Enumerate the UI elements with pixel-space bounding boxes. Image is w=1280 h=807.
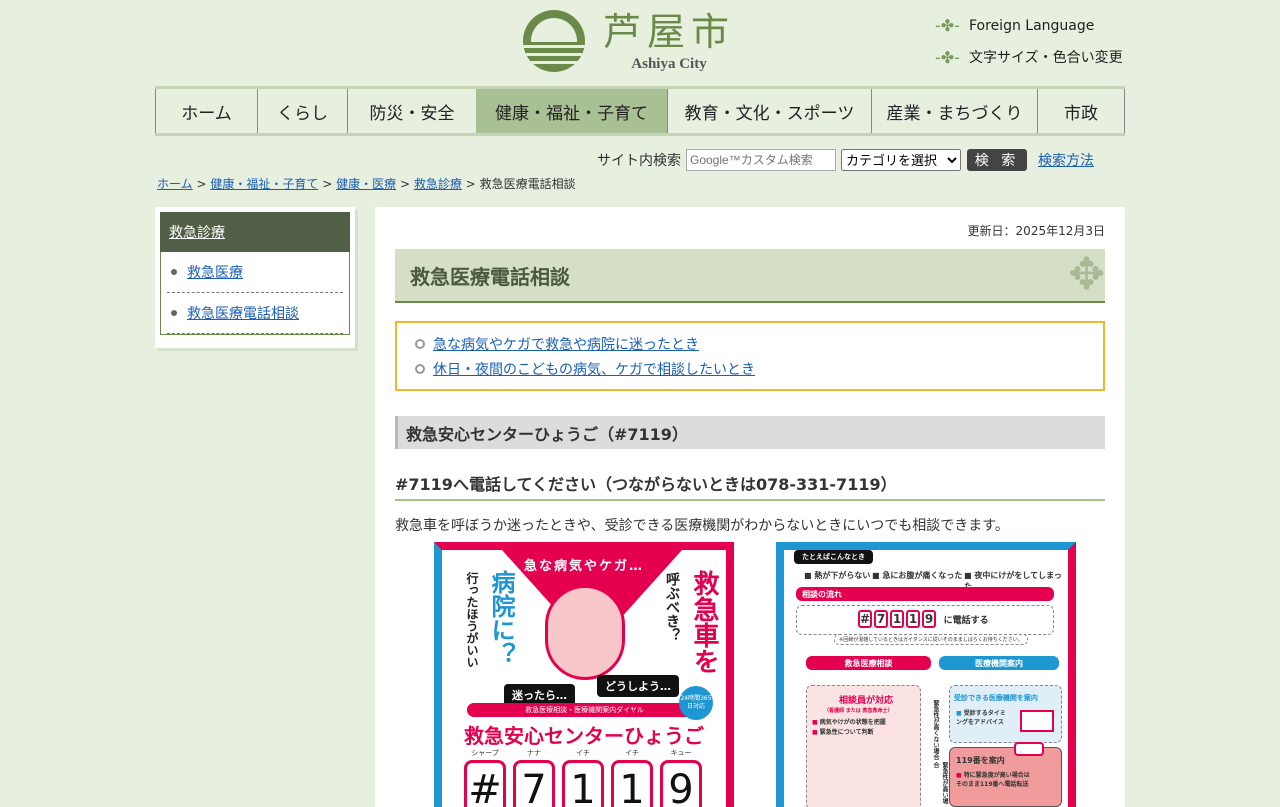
high-urgency-label: 緊急性が高い場合	[932, 762, 948, 804]
text-size-link[interactable]: -✤- 文字サイズ・色合い変更	[935, 47, 1123, 67]
poster-center-name: 救急安心センターひょうご	[464, 724, 704, 748]
foreign-language-label: Foreign Language	[969, 17, 1095, 34]
poster-right-big: 救急車を	[689, 570, 719, 674]
key-reading: ナナ	[527, 749, 541, 757]
foreign-language-link[interactable]: -✤- Foreign Language	[935, 16, 1094, 35]
breadcrumb-health-medical[interactable]: 健康・医療	[336, 177, 396, 191]
mini-key: #	[858, 610, 872, 628]
sidebar-item-emergency-medical[interactable]: 救急医療	[187, 262, 243, 282]
breadcrumb-sep: >	[322, 177, 333, 191]
low-urgency-label: 緊急性が高くない場合	[932, 700, 939, 760]
nav-education-culture[interactable]: 教育・文化・スポーツ	[667, 89, 871, 133]
poster-24h-badge: 24時間365日対応	[679, 686, 713, 720]
circle-bullet-icon	[415, 363, 425, 374]
nav-health-welfare[interactable]: 健康・福祉・子育て	[476, 89, 667, 133]
poster-bubble: どうしよう…	[597, 675, 679, 697]
site-search: サイト内検索 カテゴリを選択 検 索 検索方法	[597, 149, 1094, 171]
hospital-building-icon	[1020, 710, 1054, 732]
mini-key: 9	[922, 610, 936, 628]
nav-city-admin[interactable]: 市政	[1037, 89, 1125, 133]
site-logo[interactable]: 芦屋市 Ashiya City	[523, 10, 735, 73]
ambulance-icon	[1014, 742, 1044, 756]
poster-left-small: 行ったほうがいい	[465, 572, 479, 668]
breadcrumb-emergency[interactable]: 救急診療	[414, 177, 462, 191]
toc-link-children[interactable]: 休日・夜間のこどもの病気、ケガで相談したいとき	[433, 359, 755, 379]
poster-note: ※回線が混雑しているときはガイダンスに従いそのまましばらくお待ちください。	[834, 634, 1028, 645]
category-select[interactable]: カテゴリを選択	[841, 149, 961, 171]
toc-link-emergency[interactable]: 急な病気やケガで救急や病院に迷ったとき	[433, 334, 699, 354]
body-text: 救急車を呼ぼうか迷ったときや、受診できる医療機関がわからないときにいつでも相談で…	[395, 518, 1009, 534]
mini-key: 1	[906, 610, 920, 628]
ornament-icon: -✤-	[935, 16, 960, 35]
poster-left-big: 病院に？	[487, 570, 515, 666]
staff-item: 緊急性について判断	[819, 729, 874, 736]
nav-living[interactable]: くらし	[257, 89, 347, 133]
bullet-icon	[171, 310, 177, 316]
ornament-icon: ✥	[1068, 249, 1105, 300]
global-nav: ホーム くらし 防災・安全 健康・福祉・子育て 教育・文化・スポーツ 産業・まち…	[155, 86, 1125, 136]
main-content: 更新日：2025年12月3日 救急医療電話相談 ✥ 急な病気やケガで救急や病院に迷…	[375, 207, 1125, 807]
ornament-icon: -✤-	[935, 47, 960, 67]
key-reading: キュー	[670, 749, 692, 757]
mini-key: 1	[890, 610, 904, 628]
poster-7119-front: 急な病気やケガ… 行ったほうがいい 病院に？ 呼ぶべき？ 救急車を 迷ったら… …	[434, 542, 734, 807]
search-button[interactable]: 検 索	[967, 149, 1027, 171]
call-text: に電話する	[943, 616, 989, 626]
example-item: 熱が下がらない	[814, 571, 871, 580]
example-item: 急にお腹が痛くなった	[882, 571, 963, 580]
breadcrumb-current: 救急医療電話相談	[479, 177, 576, 191]
staff-title: 相談員が対応	[839, 696, 894, 706]
worried-person-illustration	[545, 585, 625, 680]
breadcrumb: ホーム > 健康・福祉・子育て > 健康・医療 > 救急診療 > 救急医療電話相…	[157, 175, 576, 192]
nav-safety[interactable]: 防災・安全	[347, 89, 476, 133]
breadcrumb-sep: >	[196, 177, 207, 191]
nav-industry[interactable]: 産業・まちづくり	[871, 89, 1037, 133]
mini-key: 7	[874, 610, 888, 628]
hospital-guide-title: 受診できる医療機関を案内	[954, 694, 1038, 702]
key-reading: イチ	[625, 749, 639, 757]
staff-sub: （看護師 または 救急救命士）	[824, 708, 893, 714]
city-emblem-icon	[523, 10, 585, 72]
sidebar: 救急診療 救急医療 救急医療電話相談	[155, 207, 355, 348]
subsection-heading: #7119へ電話してください（つながらないときは078-331-7119）	[395, 471, 1105, 501]
search-help-link[interactable]: 検索方法	[1038, 150, 1094, 170]
circle-bullet-icon	[415, 338, 425, 349]
breadcrumb-home[interactable]: ホーム	[157, 177, 193, 191]
updated-date: 更新日：2025年12月3日	[967, 224, 1105, 238]
section-heading: 救急安心センターひょうご（#7119）	[395, 416, 1105, 449]
poster-example-tag: たとえばこんなとき	[794, 550, 873, 564]
staff-item: 病気やけがの状態を把握	[819, 719, 886, 726]
ambulance-guide-title: 119番を案内	[956, 756, 1005, 765]
breadcrumb-sep: >	[465, 177, 476, 191]
logo-japanese: 芦屋市	[603, 10, 736, 54]
key-reading: シャープ	[471, 749, 499, 757]
text-size-label: 文字サイズ・色合い変更	[969, 50, 1123, 66]
guide-pill: 医療機関案内	[939, 656, 1059, 670]
hospital-guide-item: 受診するタイミングをアドバイス	[956, 710, 1006, 726]
bullet-icon	[171, 269, 177, 275]
logo-english: Ashiya City	[631, 56, 707, 72]
table-of-contents: 急な病気やケガで救急や病院に迷ったとき 休日・夜間のこどもの病気、ケガで相談した…	[395, 321, 1105, 391]
flow-bar: 相談の流れ	[796, 587, 1054, 601]
search-label: サイト内検索	[597, 153, 681, 169]
page-title: 救急医療電話相談	[410, 264, 570, 289]
sidebar-item-phone-consult[interactable]: 救急医療電話相談	[187, 303, 299, 323]
key-reading: イチ	[576, 749, 590, 757]
consult-pill: 救急医療相談	[806, 656, 931, 670]
poster-7119-flow: たとえばこんなとき ■ 熱が下がらない ■ 急にお腹が痛くなった ■ 夜中にけが…	[776, 542, 1076, 807]
search-input[interactable]	[686, 149, 836, 171]
ambulance-guide-item: 特に緊急度が高い場合はそのまま119番へ電話転送	[956, 772, 1030, 788]
nav-home[interactable]: ホーム	[155, 89, 257, 133]
breadcrumb-sep: >	[399, 177, 410, 191]
breadcrumb-health-welfare[interactable]: 健康・福祉・子育て	[210, 177, 318, 191]
sidebar-title-link[interactable]: 救急診療	[169, 222, 225, 242]
poster-dial-bar: 救急医療相談・医療機関案内ダイヤル	[467, 703, 702, 717]
poster-right-small: 呼ぶべき？	[664, 572, 680, 642]
